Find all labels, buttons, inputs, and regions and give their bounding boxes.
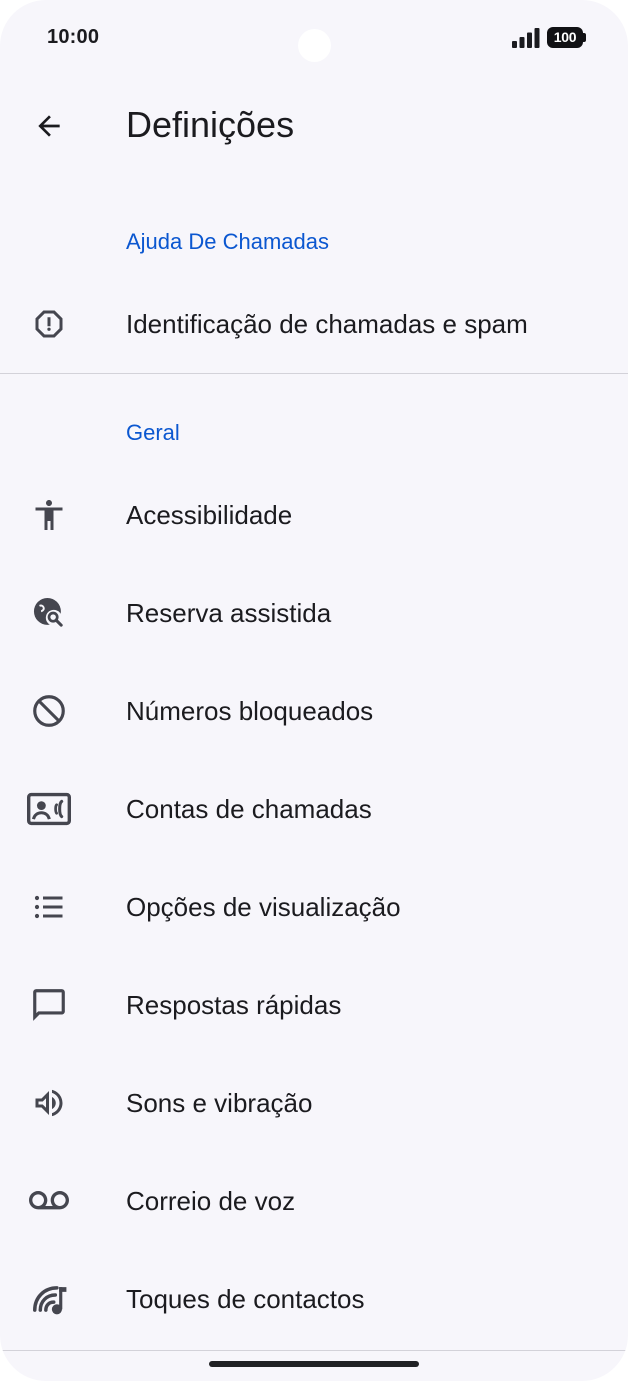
battery-tip bbox=[583, 33, 586, 42]
list-bottom-divider bbox=[0, 1350, 628, 1351]
settings-item-sounds-vibration[interactable]: Sons e vibração bbox=[0, 1054, 628, 1152]
camera-cutout bbox=[298, 29, 331, 62]
settings-item-label: Números bloqueados bbox=[126, 696, 374, 726]
settings-item-calling-accounts[interactable]: Contas de chamadas bbox=[0, 760, 628, 858]
settings-item-label: Toques de contactos bbox=[126, 1284, 365, 1314]
settings-item-label: Correio de voz bbox=[126, 1186, 296, 1216]
settings-item-voicemail[interactable]: Correio de voz bbox=[0, 1152, 628, 1250]
chat-bubble-icon bbox=[27, 983, 71, 1027]
settings-item-contact-ringtones[interactable]: Toques de contactos bbox=[0, 1250, 628, 1348]
settings-item-label: Sons e vibração bbox=[126, 1088, 313, 1118]
section-header-call-help: Ajuda De Chamadas bbox=[126, 229, 330, 254]
status-time: 10:00 bbox=[47, 26, 100, 48]
settings-item-label: Acessibilidade bbox=[126, 500, 293, 530]
travel-explore-icon bbox=[27, 591, 71, 635]
page-title: Definições bbox=[126, 104, 295, 145]
settings-item-label: Opções de visualização bbox=[126, 892, 401, 922]
arrow-back-icon bbox=[38, 115, 60, 137]
settings-screen: 10:00 100 Definições Ajuda De Chamadas I… bbox=[0, 0, 628, 1381]
settings-item-label: Respostas rápidas bbox=[126, 990, 342, 1020]
ringtone-icon bbox=[27, 1277, 71, 1321]
spam-alert-icon bbox=[27, 302, 71, 346]
settings-item-accessibility[interactable]: Acessibilidade bbox=[0, 466, 628, 564]
settings-item-label: Contas de chamadas bbox=[126, 794, 372, 824]
settings-item-quick-responses[interactable]: Respostas rápidas bbox=[0, 956, 628, 1054]
accessibility-icon bbox=[27, 493, 71, 537]
contact-phone-icon bbox=[27, 787, 71, 831]
settings-item-assisted-booking[interactable]: Reserva assistida bbox=[0, 564, 628, 662]
back-button[interactable] bbox=[24, 101, 74, 151]
settings-item-label: Identificação de chamadas e spam bbox=[126, 309, 528, 339]
list-icon bbox=[27, 885, 71, 929]
volume-icon bbox=[27, 1081, 71, 1125]
signal-icon bbox=[512, 28, 540, 48]
voicemail-icon bbox=[27, 1179, 71, 1223]
settings-item-caller-id-spam[interactable]: Identificação de chamadas e spam bbox=[0, 275, 628, 373]
section-divider bbox=[0, 373, 628, 374]
battery-icon: 100 bbox=[547, 27, 583, 48]
section-header-general: Geral bbox=[126, 420, 180, 445]
settings-item-label: Reserva assistida bbox=[126, 598, 332, 628]
block-icon bbox=[27, 689, 71, 733]
settings-item-display-options[interactable]: Opções de visualização bbox=[0, 858, 628, 956]
home-indicator[interactable] bbox=[209, 1361, 419, 1367]
settings-item-blocked-numbers[interactable]: Números bloqueados bbox=[0, 662, 628, 760]
